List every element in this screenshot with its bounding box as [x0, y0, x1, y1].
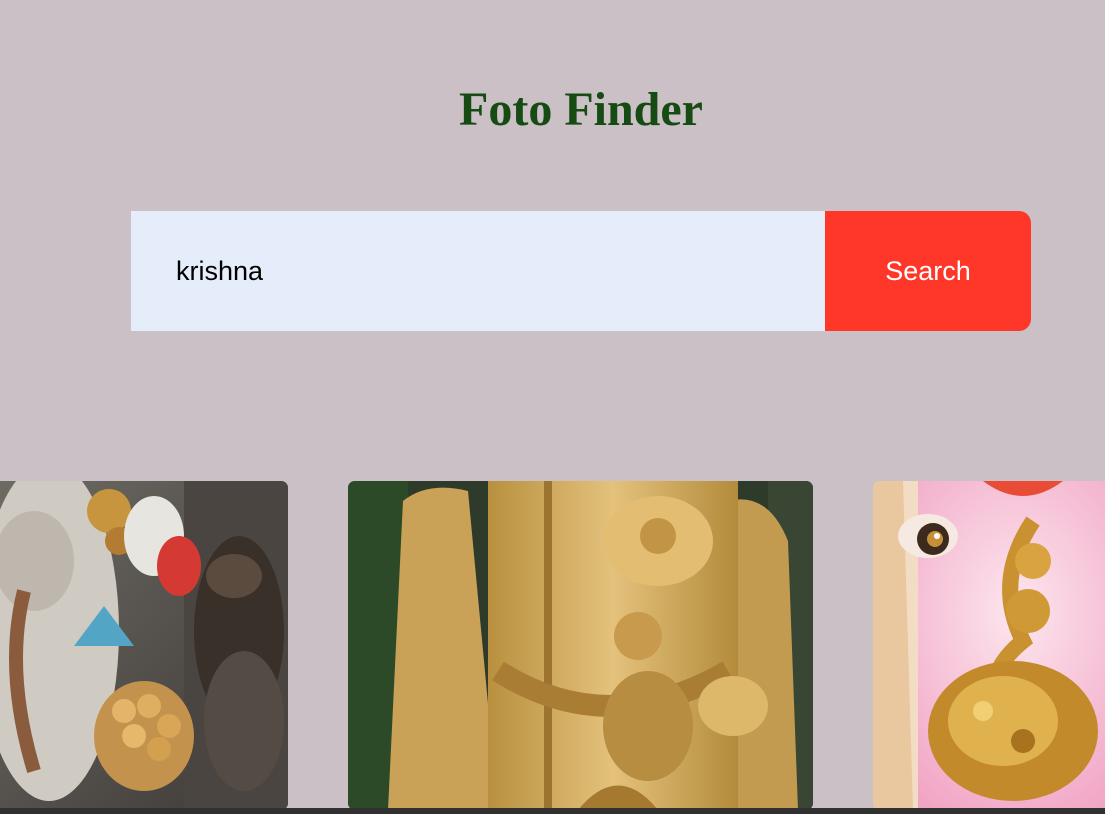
photo-golden-murugan-statue[interactable]	[348, 481, 813, 810]
photo-gallery	[0, 481, 1105, 810]
search-button[interactable]: Search	[825, 211, 1031, 331]
photo-ganesha-figurines[interactable]	[0, 481, 288, 810]
photo-ganesha-idol-closeup[interactable]	[873, 481, 1105, 810]
bottom-edge-bar	[0, 808, 1105, 814]
search-input[interactable]	[131, 211, 825, 331]
page-title: Foto Finder	[459, 83, 703, 136]
search-bar: Search	[131, 211, 1031, 331]
